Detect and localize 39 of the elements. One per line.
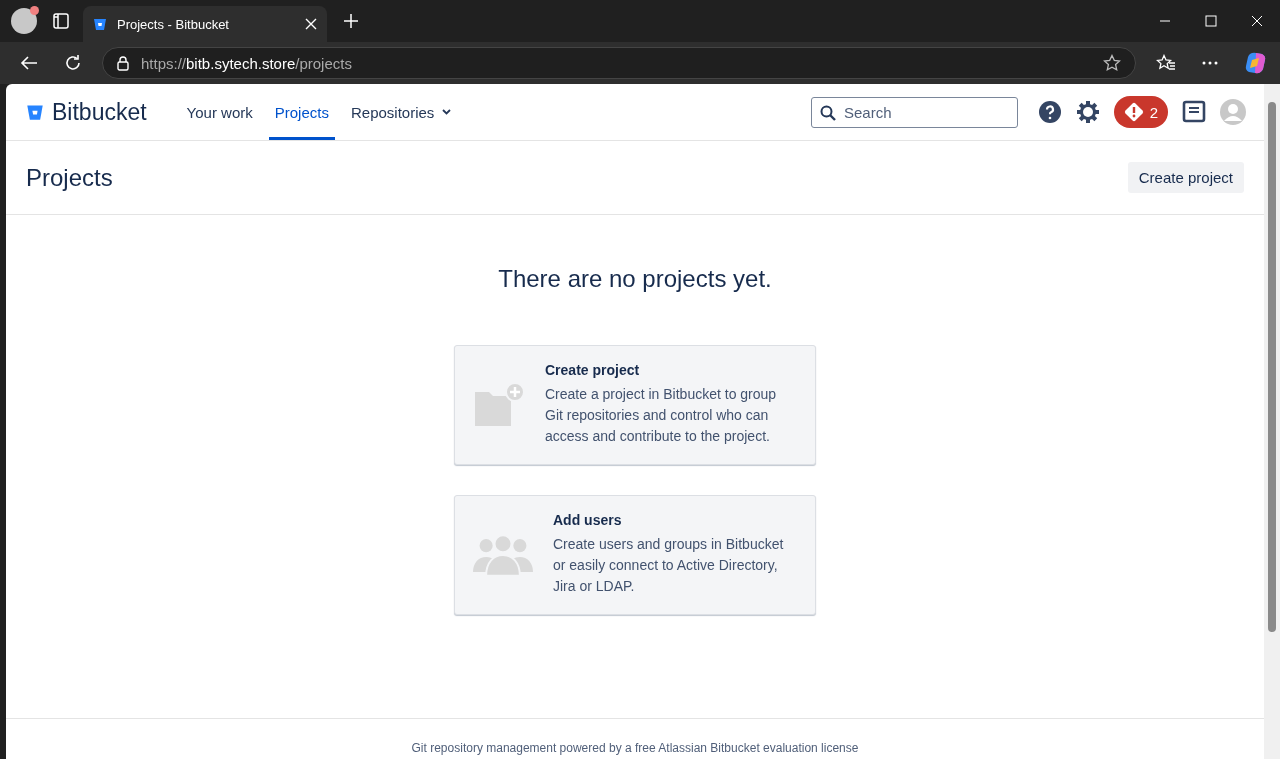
scrollbar-thumb[interactable] [1268,102,1276,632]
nav-tab[interactable]: Projects [268,84,335,140]
address-bar[interactable]: https://bitb.sytech.store/projects [102,47,1136,79]
browser-tab[interactable]: Projects - Bitbucket [83,6,327,42]
users-icon [473,533,533,577]
footer-text: Git repository management powered by a free Atlassian Bitbucket evaluation license [411,741,859,755]
bucket-icon [26,103,44,121]
lock-icon [117,55,129,71]
url-text: https://bitb.sytech.store/projects [141,54,352,72]
back-icon[interactable] [20,55,38,71]
settings-icon[interactable] [1076,100,1100,124]
logo-text: Bitbucket [52,98,147,126]
new-tab-icon[interactable] [343,13,359,29]
folder-add-icon [473,382,525,428]
nav-tab[interactable]: Your work [180,84,259,140]
empty-message: There are no projects yet. [498,265,772,293]
profile-avatar[interactable] [11,8,37,34]
action-card[interactable]: Add users Create users and groups in Bitbucket or easily connect to Active Directory, Jira or LDAP. [454,495,816,615]
card-description: Create a project in Bitbucket to group Git repositories and control who can access and contribute to the project. [545,385,778,446]
copilot-icon[interactable] [1244,51,1268,75]
reload-icon[interactable] [64,54,82,72]
card-description: Create users and groups in Bitbucket or easily connect to Active Directory, Jira or LDAP. [553,535,785,596]
notes-icon[interactable] [1182,100,1206,124]
favorites-icon[interactable] [1156,54,1176,72]
card-title: Create project [545,362,641,378]
create-project-button[interactable]: Create project [1127,162,1244,193]
page-title: Projects [26,163,113,192]
tab-actions-icon[interactable] [53,13,69,29]
close-icon[interactable] [305,18,317,30]
nav-tab[interactable]: Repositories [344,84,458,140]
more-icon[interactable] [1202,61,1218,65]
bucket-icon [93,17,107,31]
bitbucket-logo[interactable]: Bitbucket [26,98,147,126]
alert-badge[interactable]: 2 [1114,96,1168,128]
search-field[interactable]: Search [811,96,1018,128]
help-icon[interactable] [1038,100,1062,124]
action-card[interactable]: Create project Create a project in Bitbucket to group Git repositories and control who can access and contribute to the project. [454,345,816,465]
card-title: Add users [553,512,623,528]
star-icon[interactable] [1103,54,1121,72]
